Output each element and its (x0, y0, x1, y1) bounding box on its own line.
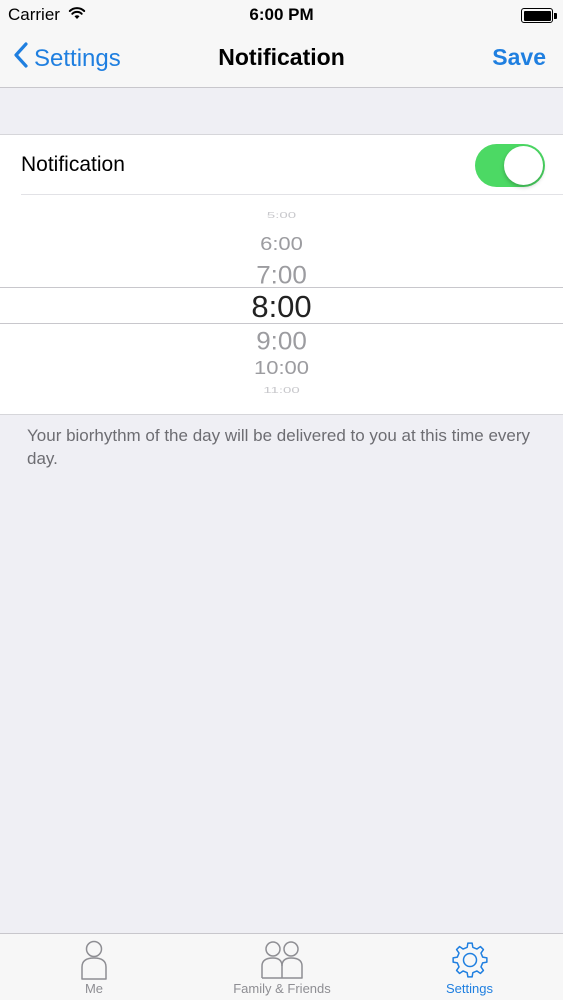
notification-settings-group: Notification 5:00 6:00 7:00 8:00 9:00 10… (0, 134, 563, 415)
footer-note: Your biorhythm of the day will be delive… (27, 426, 531, 468)
save-button[interactable]: Save (492, 44, 546, 71)
tab-family-friends[interactable]: Family & Friends (188, 934, 376, 1000)
picker-item[interactable]: 6:00 (0, 233, 563, 255)
time-picker[interactable]: 5:00 6:00 7:00 8:00 9:00 10:00 11:00 (0, 195, 563, 415)
status-time: 6:00 PM (249, 5, 314, 24)
gear-icon (376, 940, 563, 980)
tab-me-label: Me (84, 981, 104, 996)
page-title: Notification (218, 44, 345, 70)
status-bar: Carrier 6:00 PM (0, 0, 563, 30)
tab-family-friends-label: Family & Friends (233, 981, 331, 996)
picker-item[interactable]: 10:00 (0, 357, 563, 379)
picker-item[interactable]: 5:00 (0, 211, 563, 220)
notification-label: Notification (21, 153, 125, 176)
tab-settings[interactable]: Settings (376, 934, 563, 1000)
battery-fill (523, 10, 551, 21)
tab-bar: Me Family & Friends Settings (0, 933, 563, 1000)
people-icon (188, 940, 376, 980)
toggle-knob (504, 146, 543, 185)
tab-settings-label: Settings (446, 981, 493, 996)
tab-me[interactable]: Me (0, 934, 188, 1000)
person-icon (0, 940, 188, 980)
picker-item[interactable]: 11:00 (0, 386, 563, 395)
notification-toggle[interactable] (475, 144, 545, 187)
picker-item[interactable]: 9:00 (0, 327, 563, 356)
picker-item[interactable]: 7:00 (0, 261, 563, 290)
picker-item-selected[interactable]: 8:00 (0, 289, 563, 325)
battery-icon (521, 8, 557, 23)
navigation-bar: Settings Notification Save (0, 30, 563, 88)
notification-row: Notification (0, 135, 563, 195)
